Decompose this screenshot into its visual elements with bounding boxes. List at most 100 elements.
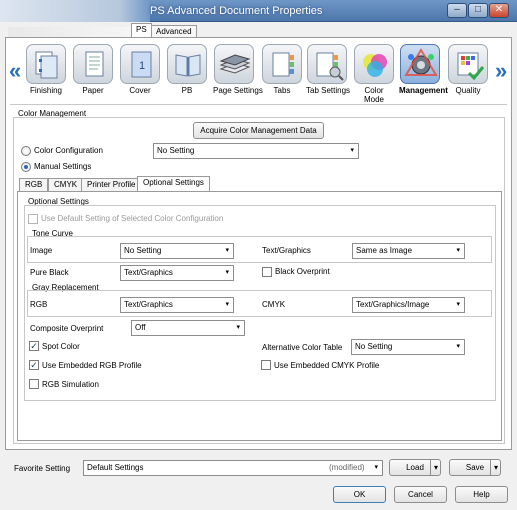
gray-rgb-select[interactable]: Text/Graphics ▾ — [120, 297, 234, 313]
composite-overprint-select[interactable]: Off ▾ — [131, 320, 245, 336]
ribbon-item-cover[interactable]: 1 Cover — [119, 44, 161, 95]
gray-rgb-label: RGB — [30, 300, 48, 309]
chevron-down-icon: ▾ — [456, 343, 460, 350]
gray-cmyk-select[interactable]: Text/Graphics/Image ▾ — [352, 297, 465, 313]
minimize-button[interactable]: – — [447, 3, 467, 18]
close-button[interactable]: ✕ — [489, 3, 509, 18]
chevron-down-icon: ▾ — [225, 301, 229, 308]
help-button[interactable]: Help — [455, 486, 508, 503]
select-value: Text/Graphics/Image — [356, 300, 430, 309]
ribbon-label: Color Mode — [363, 86, 384, 104]
tabs-icon — [262, 44, 302, 84]
color-configuration-label: Color Configuration — [34, 146, 103, 155]
manual-settings-label: Manual Settings — [34, 162, 92, 171]
use-default-label: Use Default Setting of Selected Color Co… — [41, 214, 224, 223]
image-label: Image — [30, 246, 53, 255]
ribbon-label: Cover — [129, 86, 151, 95]
embedded-cmyk-profile-label: Use Embedded CMYK Profile — [274, 361, 380, 370]
ribbon-item-pb[interactable]: PB — [166, 44, 208, 95]
scroll-left-icon[interactable]: « — [9, 58, 21, 84]
ribbon-item-management[interactable]: Management — [399, 44, 448, 95]
ribbon-item-tab-settings[interactable]: Tab Settings — [306, 44, 351, 95]
tab-optional-settings[interactable]: Optional Settings — [137, 176, 210, 191]
tab-settings-icon — [307, 44, 347, 84]
paper-icon — [73, 44, 113, 84]
pure-black-label: Pure Black — [30, 268, 69, 277]
title-bar: PS Advanced Document Properties – □ ✕ — [0, 0, 517, 22]
save-button[interactable]: Save ▾ — [449, 459, 501, 476]
image-tone-curve-select[interactable]: No Setting ▾ — [120, 243, 234, 259]
black-overprint-checkbox[interactable] — [262, 267, 272, 277]
ribbon-label: Finishing — [29, 86, 62, 95]
modified-indicator: (modified) — [329, 463, 365, 472]
chevron-down-icon: ▾ — [225, 247, 229, 254]
management-icon — [400, 44, 440, 84]
chevron-down-icon: ▾ — [225, 269, 229, 276]
chevron-down-icon: ▾ — [456, 301, 460, 308]
tab-rgb[interactable]: RGB — [19, 178, 49, 191]
blurred-tab-strip — [8, 27, 148, 37]
page-settings-icon — [214, 44, 254, 84]
tab-printer-profile[interactable]: Printer Profile — [81, 178, 142, 191]
favorite-setting-label: Favorite Setting — [14, 464, 71, 473]
rgb-simulation-checkbox[interactable] — [29, 379, 39, 389]
select-value: Text/Graphics — [124, 268, 173, 277]
acquire-color-management-button[interactable]: Acquire Color Management Data — [193, 122, 324, 139]
color-configuration-select[interactable]: No Setting ▾ — [153, 143, 359, 159]
ok-button[interactable]: OK — [333, 486, 386, 503]
pure-black-select[interactable]: Text/Graphics ▾ — [120, 265, 234, 281]
finishing-icon — [26, 44, 66, 84]
color-configuration-radio[interactable] — [21, 146, 31, 156]
chevron-down-icon: ▾ — [374, 464, 378, 471]
ribbon-item-finishing[interactable]: Finishing — [25, 44, 67, 95]
cover-number: 1 — [139, 60, 145, 72]
select-value: No Setting — [157, 146, 195, 155]
select-value: Same as Image — [356, 246, 413, 255]
embedded-rgb-profile-checkbox[interactable]: ✓ — [29, 360, 39, 370]
title-bar-blurred-region — [0, 0, 150, 22]
favorite-setting-select[interactable]: Default Settings (modified) ▾ — [83, 460, 383, 476]
load-button[interactable]: Load ▾ — [389, 459, 441, 476]
ribbon-label: Tabs — [273, 86, 291, 95]
window-title: PS Advanced Document Properties — [150, 5, 323, 17]
tab-ps[interactable]: PS — [131, 23, 152, 38]
ribbon-item-color-mode[interactable]: Color Mode — [353, 44, 395, 104]
ribbon-item-page-settings[interactable]: Page Settings — [213, 44, 263, 95]
alternative-color-table-label: Alternative Color Table — [262, 343, 343, 352]
ribbon-item-paper[interactable]: Paper — [72, 44, 114, 95]
spot-color-checkbox[interactable]: ✓ — [29, 341, 39, 351]
use-default-checkbox[interactable] — [28, 214, 38, 224]
maximize-button[interactable]: □ — [468, 3, 488, 18]
chevron-down-icon[interactable]: ▾ — [430, 460, 441, 476]
alternative-color-table-select[interactable]: No Setting ▾ — [351, 339, 465, 355]
rgb-simulation-label: RGB Simulation — [42, 380, 99, 389]
tab-cmyk[interactable]: CMYK — [48, 178, 84, 191]
ribbon-label: PB — [181, 86, 193, 95]
chevron-down-icon: ▾ — [350, 147, 354, 154]
select-value: No Setting — [124, 246, 162, 255]
composite-overprint-label: Composite Overprint — [30, 324, 104, 333]
embedded-rgb-profile-label: Use Embedded RGB Profile — [42, 361, 142, 370]
load-label: Load — [406, 463, 424, 472]
text-graphics-tone-curve-select[interactable]: Same as Image ▾ — [352, 243, 465, 259]
select-value: No Setting — [355, 342, 393, 351]
select-value: Default Settings — [87, 463, 144, 472]
save-label: Save — [465, 463, 485, 472]
ribbon-label: Paper — [82, 86, 104, 95]
ribbon-label: Management — [399, 86, 448, 95]
perfect-binding-icon — [167, 44, 207, 84]
ribbon-item-quality[interactable]: Quality — [447, 44, 489, 95]
ribbon-label: Tab Settings — [306, 86, 351, 95]
cancel-button[interactable]: Cancel — [394, 486, 447, 503]
ribbon-divider — [10, 104, 507, 105]
select-value: Text/Graphics — [124, 300, 173, 309]
ribbon-label: Page Settings — [213, 86, 263, 95]
quality-icon — [448, 44, 488, 84]
chevron-down-icon[interactable]: ▾ — [490, 460, 501, 476]
scroll-right-icon[interactable]: » — [495, 58, 507, 84]
color-mode-icon — [354, 44, 394, 84]
ribbon-item-tabs[interactable]: Tabs — [261, 44, 303, 95]
manual-settings-radio[interactable] — [21, 162, 31, 172]
embedded-cmyk-profile-checkbox[interactable] — [261, 360, 271, 370]
gray-cmyk-label: CMYK — [262, 300, 286, 309]
